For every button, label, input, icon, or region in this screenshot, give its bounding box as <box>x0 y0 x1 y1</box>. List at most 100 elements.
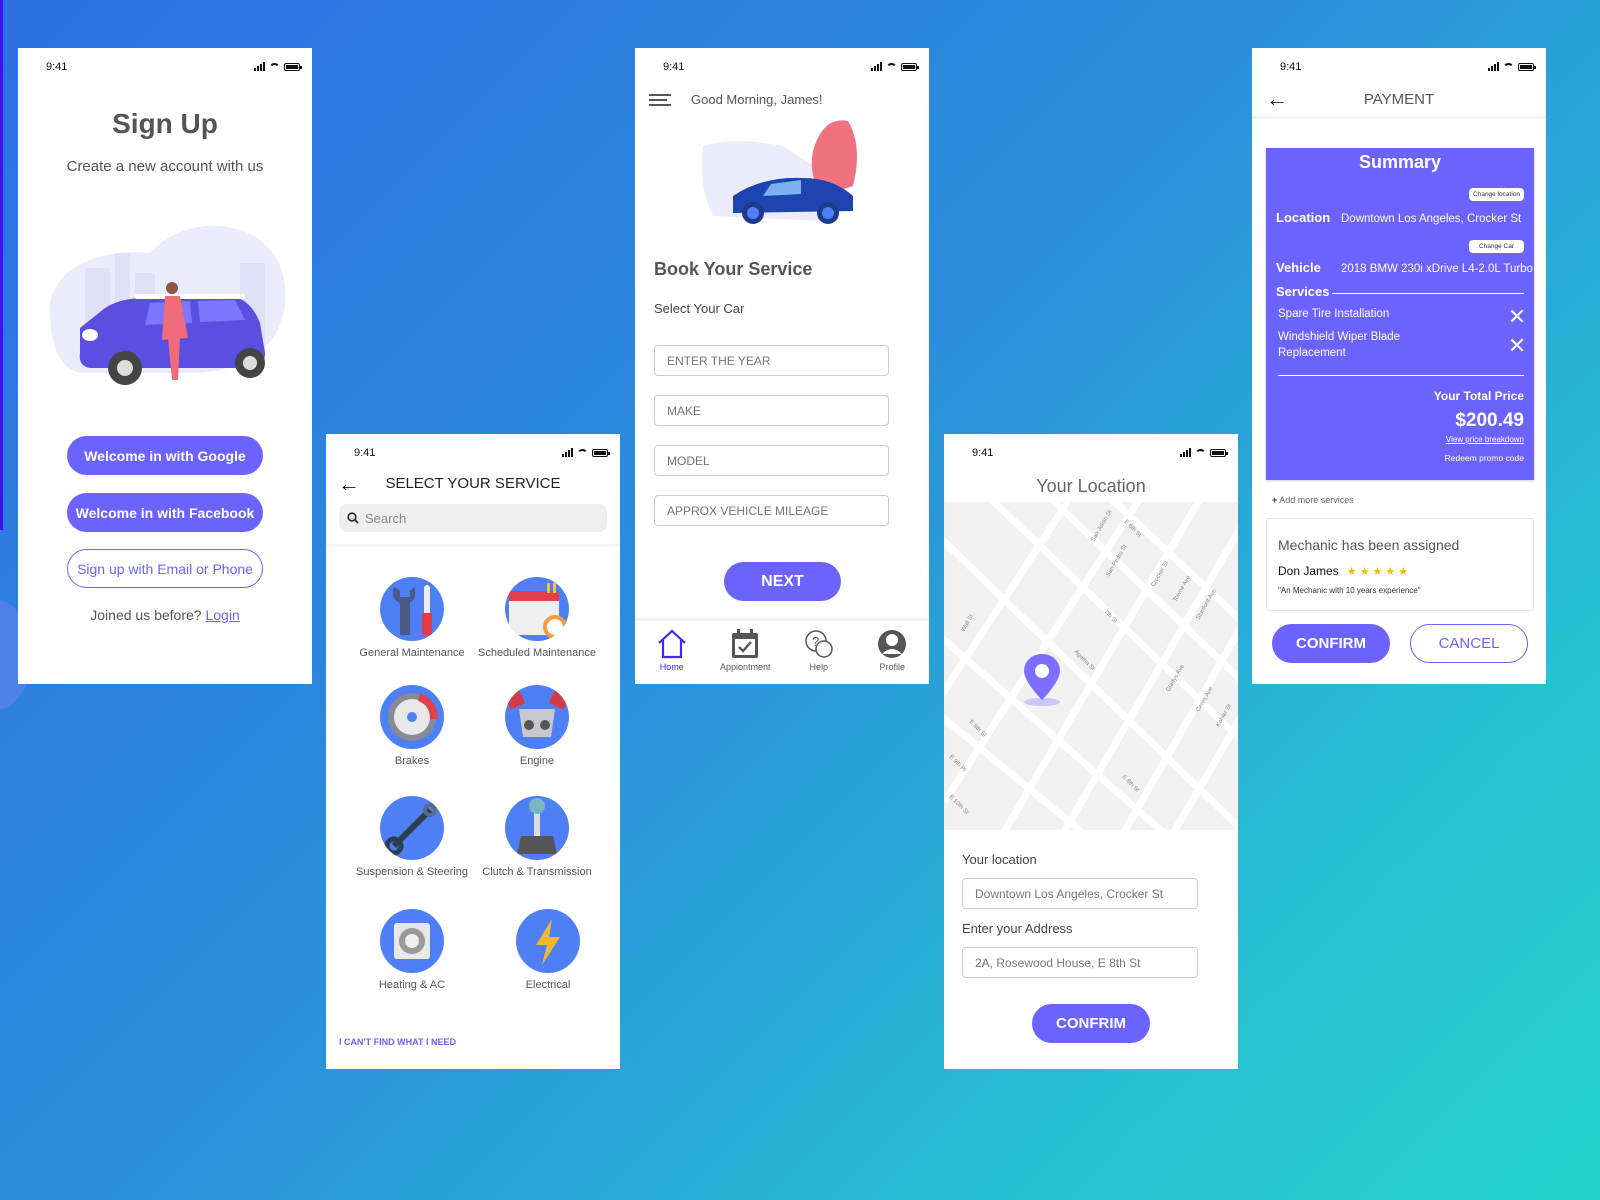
model-input[interactable] <box>654 445 889 476</box>
shock-absorber-icon <box>380 796 444 860</box>
divider <box>326 544 620 547</box>
service-label: General Maintenance <box>359 647 465 659</box>
service-heating-ac[interactable]: Heating & AC <box>342 909 482 991</box>
total-price: $200.49 <box>1455 410 1524 431</box>
add-more-services-link[interactable]: + Add more services <box>1272 495 1354 505</box>
address-input[interactable] <box>962 947 1198 978</box>
service-electrical[interactable]: Electrical <box>478 909 618 991</box>
change-location-button[interactable]: Change location <box>1469 188 1524 201</box>
divider <box>1252 116 1546 119</box>
wifi-icon <box>886 63 897 71</box>
remove-service-icon[interactable] <box>1510 309 1524 323</box>
car-woman-illustration <box>49 225 286 385</box>
street-label: E 10th St <box>948 794 970 816</box>
status-bar: 9:41 <box>1280 60 1536 74</box>
add-more-label: Add more services <box>1279 495 1354 505</box>
location-key: Location <box>1276 210 1331 225</box>
lightning-icon <box>516 909 580 973</box>
search-input[interactable]: Search <box>339 504 607 532</box>
wrench-screwdriver-icon <box>380 577 444 641</box>
service-general-maintenance[interactable]: General Maintenance <box>342 577 482 659</box>
login-link[interactable]: Login <box>205 607 239 623</box>
divider <box>1332 293 1524 294</box>
location-pin-icon <box>1024 654 1060 706</box>
remove-service-icon[interactable] <box>1510 338 1524 352</box>
gear-shift-icon <box>505 796 569 860</box>
page-title: PAYMENT <box>1363 91 1435 108</box>
service-label: Engine <box>519 755 555 767</box>
status-time: 9:41 <box>972 447 994 459</box>
svg-text:?: ? <box>812 634 819 649</box>
signal-icon <box>1180 448 1191 457</box>
facebook-signin-button[interactable]: Welcome in with Facebook <box>67 493 263 532</box>
service-label: Electrical <box>525 979 571 991</box>
fan-icon <box>380 909 444 973</box>
email-phone-signup-button[interactable]: Sign up with Email or Phone <box>67 549 263 588</box>
price-breakdown-link[interactable]: View price breakdown <box>1446 435 1524 444</box>
battery-icon <box>1518 63 1536 71</box>
service-label: Scheduled Maintenance <box>477 647 597 659</box>
cant-find-link[interactable]: I CAN'T FIND WHAT I NEED <box>339 1037 456 1047</box>
select-car-label: Select Your Car <box>654 301 745 316</box>
service-item: Spare Tire Installation <box>1278 308 1390 320</box>
map-view[interactable]: San Julian St E 6th St San Pedro St 7th St C… <box>944 489 1238 845</box>
brake-disc-icon <box>380 685 444 749</box>
home-icon <box>658 629 686 659</box>
nav-label: Appiontment <box>719 662 771 672</box>
status-time: 9:41 <box>1280 61 1302 73</box>
status-bar: 9:41 <box>972 446 1228 460</box>
select-service-screen: 9:41 ← SELECT YOUR SERVICE Search Genera… <box>326 434 620 1069</box>
google-signin-button[interactable]: Welcome in with Google <box>67 436 263 475</box>
service-scheduled-maintenance[interactable]: Scheduled Maintenance <box>467 577 607 659</box>
rating-stars: ★★★★★ <box>1347 565 1411 578</box>
confirm-payment-button[interactable]: CONFIRM <box>1272 624 1390 663</box>
street-map: San Julian St E 6th StSan Pedro St7th StC… <box>944 489 1238 845</box>
plus-icon: + <box>1272 495 1278 505</box>
wifi-icon <box>1195 449 1206 457</box>
nav-help[interactable]: ? Help <box>784 629 854 672</box>
mechanic-quote: "An Mechanic with 10 years experience" <box>1278 586 1421 595</box>
wifi-icon <box>269 63 280 71</box>
street-label: Wall St <box>961 613 976 633</box>
nav-label: Home <box>659 662 684 672</box>
car-illustration <box>701 120 857 224</box>
cancel-button[interactable]: CANCEL <box>1410 624 1528 663</box>
nav-home[interactable]: Home <box>637 629 707 672</box>
page-title: SELECT YOUR SERVICE <box>385 475 561 492</box>
bottom-nav: Home Appiontment ? Help Profile <box>635 618 929 684</box>
service-clutch-transmission[interactable]: Clutch & Transmission <box>467 796 607 878</box>
status-bar: 9:41 <box>663 60 919 74</box>
service-item: Windshield Wiper Blade Replacement <box>1278 331 1401 359</box>
confirm-location-button[interactable]: CONFRIM <box>1032 1004 1150 1043</box>
status-time: 9:41 <box>354 447 376 459</box>
make-input[interactable] <box>654 395 889 426</box>
signal-icon <box>1488 62 1499 71</box>
service-brakes[interactable]: Brakes <box>342 685 482 767</box>
vehicle-value: 2018 BMW 230i xDrive L4-2.0L Turbo <box>1341 263 1533 275</box>
mechanic-title: Mechanic has been assigned <box>1278 537 1460 553</box>
location-input[interactable] <box>962 878 1198 909</box>
year-input[interactable] <box>654 345 889 376</box>
nav-appointment[interactable]: Appiontment <box>710 629 780 672</box>
nav-label: Profile <box>879 662 905 672</box>
signal-icon <box>562 448 573 457</box>
nav-label: Help <box>809 662 828 672</box>
street-label: E 8th St <box>1121 774 1141 794</box>
nav-profile[interactable]: Profile <box>857 629 927 672</box>
star-icon: ★ <box>1346 565 1360 578</box>
redeem-promo-link[interactable]: Redeem promo code <box>1445 453 1524 463</box>
vehicle-key: Vehicle <box>1276 260 1321 275</box>
search-placeholder: Search <box>365 510 407 526</box>
location-value: Downtown Los Angeles, Crocker St <box>1341 213 1522 225</box>
hamburger-menu-icon[interactable] <box>649 94 671 109</box>
service-engine[interactable]: Engine <box>467 685 607 767</box>
help-chat-icon: ? <box>805 630 833 658</box>
mileage-input[interactable] <box>654 495 889 526</box>
change-car-button[interactable]: Change Car <box>1468 240 1524 253</box>
service-label: Brakes <box>394 755 430 767</box>
service-suspension-steering[interactable]: Suspension & Steering <box>342 796 482 878</box>
mechanic-row: Don James ★★★★★ <box>1278 564 1411 578</box>
page-title: Sign Up <box>112 108 218 139</box>
status-time: 9:41 <box>663 61 685 73</box>
next-button[interactable]: NEXT <box>724 562 841 601</box>
